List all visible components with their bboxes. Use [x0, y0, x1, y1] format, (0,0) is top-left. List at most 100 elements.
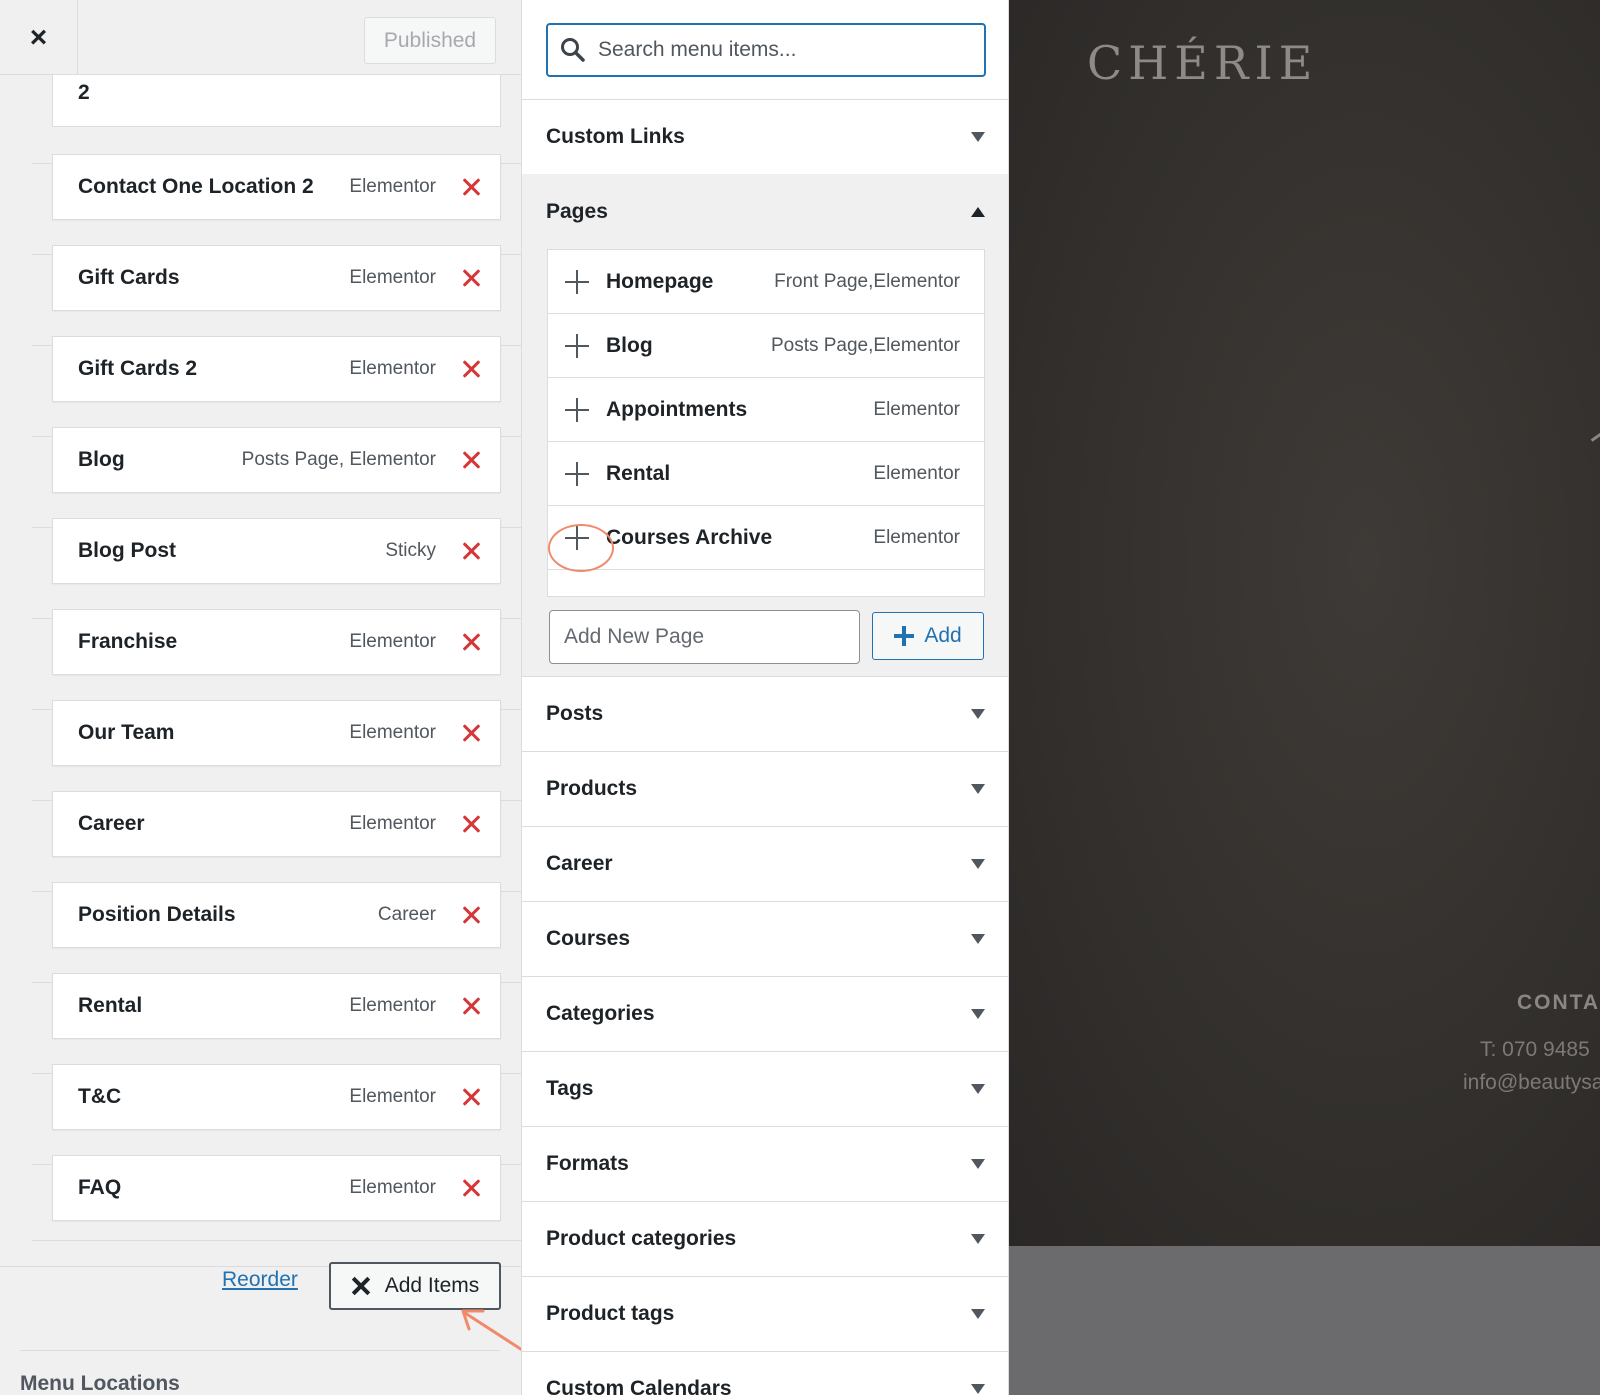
remove-icon[interactable] — [460, 1177, 482, 1199]
menu-item-type: Career — [377, 904, 436, 925]
menu-item-type: Posts Page, Elementor — [241, 449, 436, 470]
menu-item-title: Gift Cards — [78, 266, 180, 289]
section-tags[interactable]: Tags — [522, 1052, 1008, 1127]
remove-icon[interactable] — [460, 995, 482, 1017]
caret-down-icon — [971, 859, 985, 869]
remove-icon[interactable] — [460, 358, 482, 380]
page-item[interactable]: Rental Elementor — [548, 442, 984, 506]
section-label: Products — [546, 777, 638, 800]
page-item[interactable]: Homepage Front Page,Elementor — [548, 250, 984, 314]
section-posts[interactable]: Posts — [522, 677, 1008, 752]
search-input[interactable] — [598, 30, 984, 70]
page-type: Posts Page,Elementor — [770, 334, 960, 356]
section-career[interactable]: Career — [522, 827, 1008, 902]
plus-icon[interactable] — [564, 269, 590, 295]
reorder-link[interactable]: Reorder — [222, 1268, 298, 1292]
menu-item[interactable]: T&C Elementor — [52, 1064, 501, 1130]
menu-item-partial[interactable]: 2 — [52, 75, 501, 127]
menu-item[interactable]: Gift Cards 2 Elementor — [52, 336, 501, 402]
divider — [20, 1350, 500, 1351]
section-product-categories[interactable]: Product categories — [522, 1202, 1008, 1277]
section-label: Custom Calendars — [546, 1377, 732, 1395]
search-area — [522, 0, 1008, 100]
menu-item[interactable]: Gift Cards Elementor — [52, 245, 501, 311]
plus-icon — [894, 626, 915, 646]
remove-icon[interactable] — [460, 176, 482, 198]
section-products[interactable]: Products — [522, 752, 1008, 827]
menu-locations-heading[interactable]: Menu Locations — [20, 1372, 180, 1395]
menu-item[interactable]: Our Team Elementor — [52, 700, 501, 766]
decorative-mark — [1580, 408, 1600, 442]
remove-icon[interactable] — [460, 631, 482, 653]
menu-item-type: Elementor — [349, 358, 436, 379]
remove-icon[interactable] — [460, 904, 482, 926]
menu-item[interactable]: Blog Posts Page, Elementor — [52, 427, 501, 493]
available-menu-items-panel: Custom Links Pages Homepage Front Page,E… — [522, 0, 1009, 1395]
new-page-input[interactable] — [549, 610, 860, 664]
menu-item[interactable]: Rental Elementor — [52, 973, 501, 1039]
caret-down-icon — [971, 1384, 985, 1394]
search-box[interactable] — [546, 23, 986, 77]
page-item[interactable]: Appointments Elementor — [548, 378, 984, 442]
caret-down-icon — [971, 1159, 985, 1169]
site-preview: CHÉRIE CONTA T: 070 9485 info@beautysa — [1009, 0, 1600, 1246]
menu-item[interactable]: Blog Post Sticky — [52, 518, 501, 584]
page-item[interactable]: Blog Posts Page,Elementor — [548, 314, 984, 378]
annotation-circle — [548, 524, 614, 572]
menu-item[interactable]: Career Elementor — [52, 791, 501, 857]
page-title: Rental — [606, 461, 671, 485]
remove-icon[interactable] — [460, 449, 482, 471]
section-custom-links[interactable]: Custom Links — [522, 100, 1008, 175]
caret-down-icon — [971, 1084, 985, 1094]
menu-item-type: Elementor — [349, 267, 436, 288]
menu-item[interactable]: Contact One Location 2 Elementor — [52, 154, 501, 220]
section-label: Career — [546, 852, 613, 875]
close-icon: × — [29, 20, 48, 54]
plus-icon[interactable] — [564, 461, 590, 487]
page-type: Elementor — [873, 462, 960, 484]
section-pages-header[interactable]: Pages — [522, 174, 1008, 249]
section-courses[interactable]: Courses — [522, 902, 1008, 977]
page-title: Blog — [606, 333, 653, 357]
menu-item-title: Gift Cards 2 — [78, 357, 198, 380]
pages-list[interactable]: Homepage Front Page,Elementor Blog Posts… — [547, 249, 985, 597]
caret-down-icon — [971, 1309, 985, 1319]
remove-icon[interactable] — [460, 1086, 482, 1108]
menu-item[interactable]: Franchise Elementor — [52, 609, 501, 675]
page-type: Front Page,Elementor — [774, 270, 960, 292]
section-label: Product categories — [546, 1227, 737, 1250]
menu-item[interactable]: FAQ Elementor — [52, 1155, 501, 1221]
panel-header: × Published — [0, 0, 521, 75]
menu-item-type: Elementor — [349, 813, 436, 834]
remove-icon[interactable] — [460, 722, 482, 744]
menu-item-type: Elementor — [349, 722, 436, 743]
menu-item-type: Elementor — [349, 631, 436, 652]
add-items-button[interactable]: Add Items — [329, 1262, 501, 1310]
remove-icon[interactable] — [460, 540, 482, 562]
page-title: Appointments — [606, 397, 748, 421]
section-categories[interactable]: Categories — [522, 977, 1008, 1052]
page-item-partial[interactable] — [548, 570, 984, 596]
menu-item-title: Contact One Location 2 — [78, 175, 314, 198]
section-formats[interactable]: Formats — [522, 1127, 1008, 1202]
plus-icon[interactable] — [564, 397, 590, 423]
plus-icon[interactable] — [564, 333, 590, 359]
close-button[interactable]: × — [0, 0, 78, 75]
menu-item-title: T&C — [78, 1085, 122, 1108]
section-label: Tags — [546, 1077, 594, 1100]
page-item[interactable]: Courses Archive Elementor — [548, 506, 984, 572]
remove-icon[interactable] — [460, 267, 482, 289]
published-button[interactable]: Published — [364, 17, 496, 64]
site-logo[interactable]: CHÉRIE — [1087, 36, 1318, 90]
menu-item-title: Rental — [78, 994, 143, 1017]
add-items-label: Add Items — [384, 1274, 480, 1297]
menu-item-title: Blog — [78, 448, 125, 471]
section-custom-calendars[interactable]: Custom Calendars — [522, 1352, 1008, 1395]
add-page-button[interactable]: Add — [872, 612, 984, 660]
remove-icon[interactable] — [460, 813, 482, 835]
menu-item[interactable]: Position Details Career — [52, 882, 501, 948]
contact-phone: T: 070 9485 — [1480, 1038, 1590, 1061]
section-product-tags[interactable]: Product tags — [522, 1277, 1008, 1352]
menu-item-type: Sticky — [385, 540, 436, 561]
menu-editor-panel: × Published 2 Contact One Location 2 Ele… — [0, 0, 522, 1395]
